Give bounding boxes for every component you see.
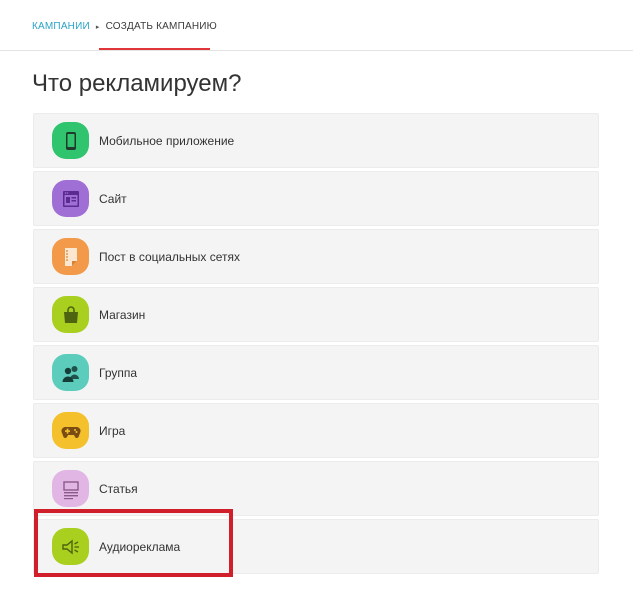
gamepad-icon: [52, 412, 89, 449]
breadcrumb-current: СОЗДАТЬ КАМПАНИЮ: [105, 21, 217, 32]
breadcrumb-campaigns-link[interactable]: КАМПАНИИ: [32, 21, 90, 32]
option-article[interactable]: Статья: [33, 461, 599, 516]
breadcrumb: КАМПАНИИ ▸ СОЗДАТЬ КАМПАНИЮ: [32, 21, 217, 32]
speaker-icon: [52, 528, 89, 565]
option-website[interactable]: Сайт: [33, 171, 599, 226]
option-label: Магазин: [99, 307, 146, 322]
breadcrumb-separator-icon: ▸: [95, 23, 100, 31]
option-label: Пост в социальных сетях: [99, 249, 241, 264]
top-bar: КАМПАНИИ ▸ СОЗДАТЬ КАМПАНИЮ: [0, 0, 633, 51]
mobile-phone-icon: [52, 122, 89, 159]
active-tab-underline: [99, 48, 210, 50]
option-label: Аудиореклама: [99, 539, 181, 554]
group-users-icon: [52, 354, 89, 391]
option-label: Игра: [99, 423, 126, 438]
option-mobile-app[interactable]: Мобильное приложение: [33, 113, 599, 168]
option-game[interactable]: Игра: [33, 403, 599, 458]
option-label: Мобильное приложение: [99, 133, 235, 148]
post-note-icon: [52, 238, 89, 275]
page-title: Что рекламируем?: [32, 70, 242, 97]
website-icon: [52, 180, 89, 217]
option-label: Сайт: [99, 191, 127, 206]
promotion-type-list: Мобильное приложение Сайт Пост в социаль…: [33, 113, 599, 577]
article-icon: [52, 470, 89, 507]
option-shop[interactable]: Магазин: [33, 287, 599, 342]
option-label: Группа: [99, 365, 138, 380]
option-label: Статья: [99, 481, 138, 496]
option-social-post[interactable]: Пост в социальных сетях: [33, 229, 599, 284]
option-audio-ad[interactable]: Аудиореклама: [33, 519, 599, 574]
option-group[interactable]: Группа: [33, 345, 599, 400]
shopping-bag-icon: [52, 296, 89, 333]
